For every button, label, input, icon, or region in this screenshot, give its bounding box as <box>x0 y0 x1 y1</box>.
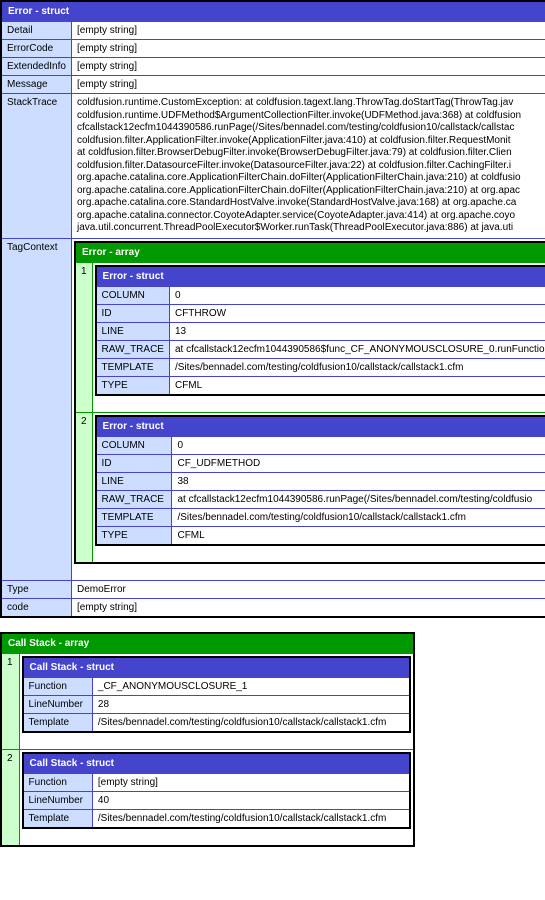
label-message: Message <box>1 76 71 94</box>
tagcontext-struct-1-header: Error - struct <box>96 266 545 287</box>
cs1-value-function: _CF_ANONYMOUSCLOSURE_1 <box>92 677 410 695</box>
callstack-idx-1: 1 <box>1 653 19 749</box>
cs1-value-template: /Sites/bennadel.com/testing/coldfusion10… <box>92 713 410 732</box>
tc2-label-template: TEMPLATE <box>96 508 172 526</box>
tc2-label-id: ID <box>96 454 172 472</box>
error-struct-header: Error - struct <box>1 1 545 22</box>
value-detail: [empty string] <box>71 22 545 40</box>
tc1-label-line: LINE <box>96 322 170 340</box>
tc2-value-id: CF_UDFMETHOD <box>172 454 545 472</box>
callstack-struct-1: Call Stack - struct Function_CF_ANONYMOU… <box>22 656 411 733</box>
tc2-value-rawtrace: at cfcallstack12ecfm1044390586.runPage(/… <box>172 490 545 508</box>
tc2-value-column: 0 <box>172 436 545 454</box>
label-extendedinfo: ExtendedInfo <box>1 58 71 76</box>
callstack-array-header: Call Stack - array <box>1 633 414 654</box>
cs1-value-linenumber: 28 <box>92 695 410 713</box>
tagcontext-item-2: Error - struct COLUMN0 IDCF_UDFMETHOD LI… <box>92 412 545 563</box>
value-errorcode: [empty string] <box>71 40 545 58</box>
tc1-value-id: CFTHROW <box>169 304 545 322</box>
callstack-array: Call Stack - array 1 Call Stack - struct… <box>0 632 415 847</box>
tc1-value-type: CFML <box>169 376 545 395</box>
tagcontext-array: Error - array 1 Error - struct COLUMN0 <box>74 241 545 564</box>
value-extendedinfo: [empty string] <box>71 58 545 76</box>
tagcontext-array-header: Error - array <box>75 242 545 263</box>
label-type: Type <box>1 580 71 598</box>
tc1-label-rawtrace: RAW_TRACE <box>96 340 170 358</box>
label-errorcode: ErrorCode <box>1 40 71 58</box>
callstack-struct-2-header: Call Stack - struct <box>23 753 410 774</box>
tagcontext-struct-2-header: Error - struct <box>96 416 545 437</box>
value-stacktrace: coldfusion.runtime.CustomException: at c… <box>71 94 545 239</box>
tc2-label-line: LINE <box>96 472 172 490</box>
cs2-label-linenumber: LineNumber <box>23 791 93 809</box>
cs1-label-function: Function <box>23 677 93 695</box>
tc1-label-id: ID <box>96 304 170 322</box>
label-code: code <box>1 598 71 617</box>
tc1-value-line: 13 <box>169 322 545 340</box>
cs2-value-template: /Sites/bennadel.com/testing/coldfusion10… <box>92 809 410 828</box>
value-tagcontext: Error - array 1 Error - struct COLUMN0 <box>71 238 545 580</box>
callstack-item-2: Call Stack - struct Function[empty strin… <box>19 749 414 846</box>
label-stacktrace: StackTrace <box>1 94 71 239</box>
tagcontext-struct-2: Error - struct COLUMN0 IDCF_UDFMETHOD LI… <box>95 415 545 546</box>
tc2-value-type: CFML <box>172 526 545 545</box>
tagcontext-struct-1: Error - struct COLUMN0 IDCFTHROW LINE13 … <box>95 265 545 396</box>
tc1-label-template: TEMPLATE <box>96 358 170 376</box>
label-tagcontext: TagContext <box>1 238 71 580</box>
callstack-struct-2: Call Stack - struct Function[empty strin… <box>22 752 411 829</box>
tc2-label-column: COLUMN <box>96 436 172 454</box>
tc2-label-type: TYPE <box>96 526 172 545</box>
value-message: [empty string] <box>71 76 545 94</box>
callstack-struct-1-header: Call Stack - struct <box>23 657 410 678</box>
tc1-label-type: TYPE <box>96 376 170 395</box>
cs2-value-function: [empty string] <box>92 773 410 791</box>
tc1-value-template: /Sites/bennadel.com/testing/coldfusion10… <box>169 358 545 376</box>
value-code: [empty string] <box>71 598 545 617</box>
cs2-label-template: Template <box>23 809 93 828</box>
callstack-idx-2: 2 <box>1 749 19 846</box>
tc1-value-rawtrace: at cfcallstack12ecfm1044390586$func_CF_A… <box>169 340 545 358</box>
label-detail: Detail <box>1 22 71 40</box>
value-type: DemoError <box>71 580 545 598</box>
tc1-value-column: 0 <box>169 286 545 304</box>
error-struct: Error - struct Detail [empty string] Err… <box>0 0 545 618</box>
tagcontext-idx-1: 1 <box>75 262 92 412</box>
tagcontext-idx-2: 2 <box>75 412 92 563</box>
tc2-value-line: 38 <box>172 472 545 490</box>
cs2-value-linenumber: 40 <box>92 791 410 809</box>
cs2-label-function: Function <box>23 773 93 791</box>
cs1-label-linenumber: LineNumber <box>23 695 93 713</box>
tc2-label-rawtrace: RAW_TRACE <box>96 490 172 508</box>
tagcontext-item-1: Error - struct COLUMN0 IDCFTHROW LINE13 … <box>92 262 545 412</box>
cs1-label-template: Template <box>23 713 93 732</box>
tc2-value-template: /Sites/bennadel.com/testing/coldfusion10… <box>172 508 545 526</box>
callstack-item-1: Call Stack - struct Function_CF_ANONYMOU… <box>19 653 414 749</box>
tc1-label-column: COLUMN <box>96 286 170 304</box>
